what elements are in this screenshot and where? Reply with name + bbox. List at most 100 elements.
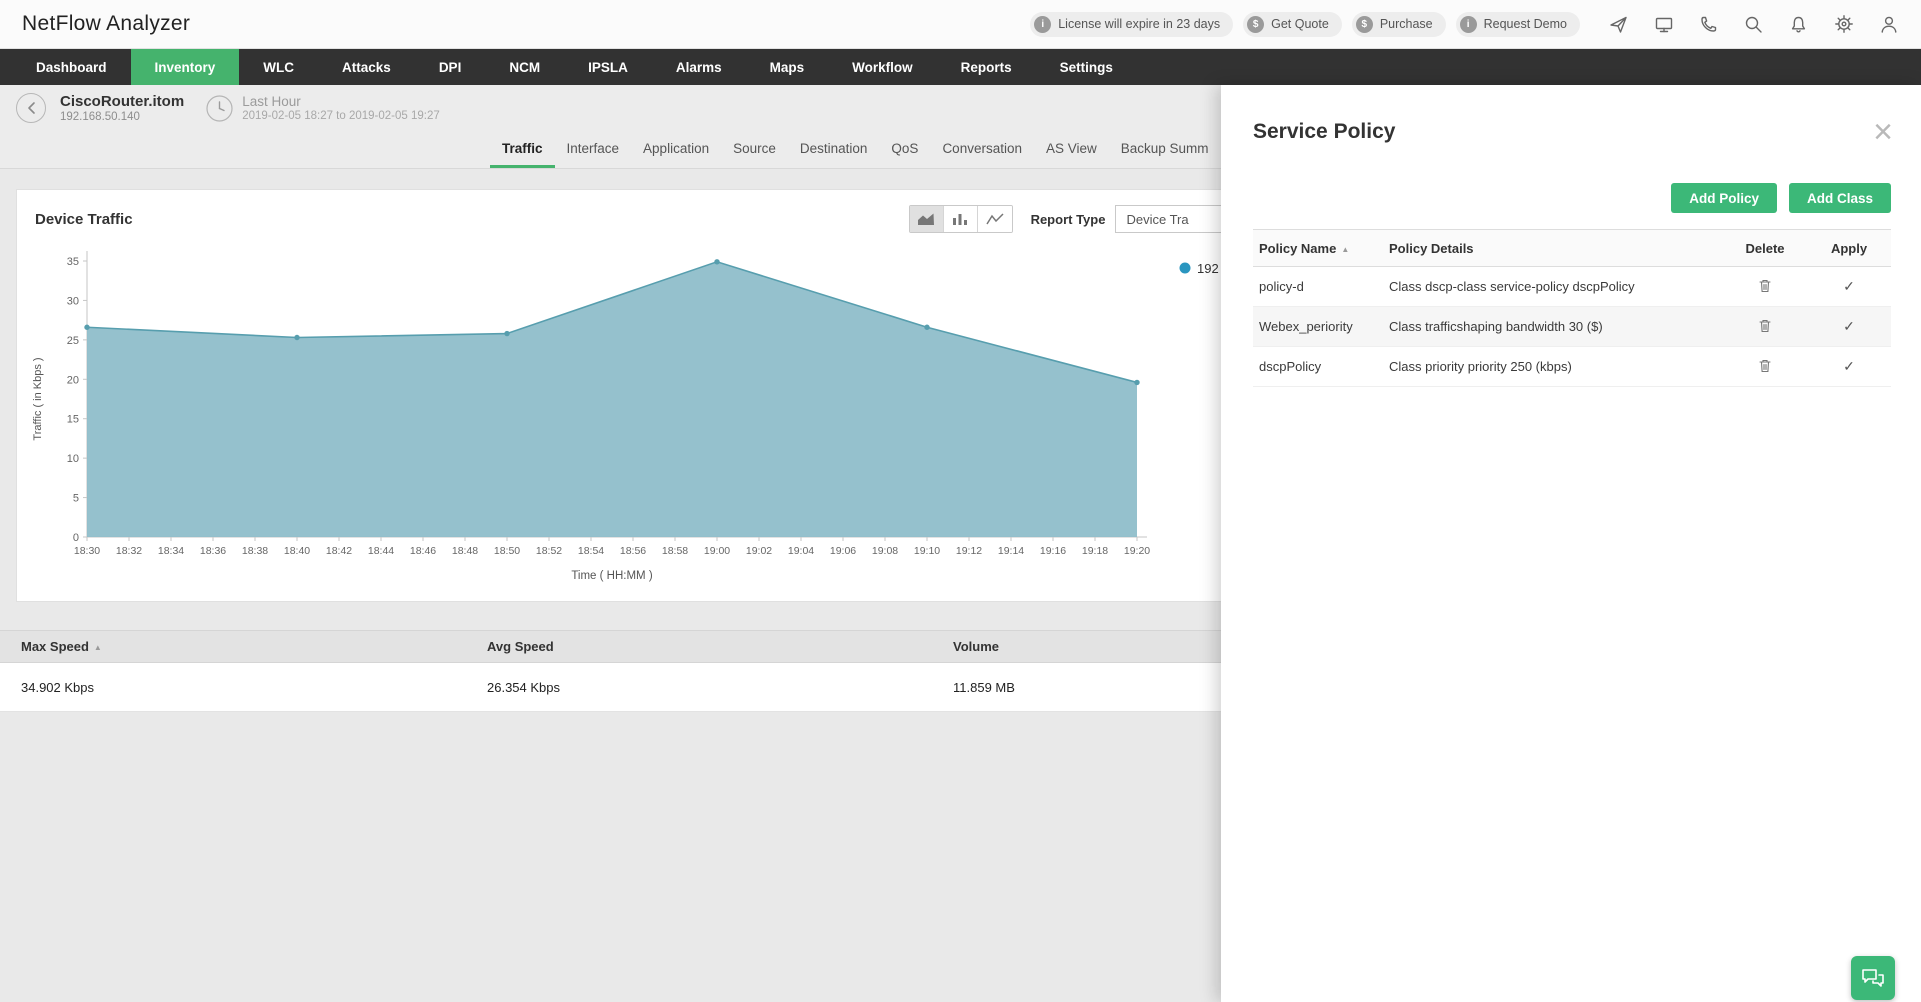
tab-qos[interactable]: QoS bbox=[879, 131, 930, 168]
time-range-label: Last Hour bbox=[242, 93, 301, 109]
nav-inventory[interactable]: Inventory bbox=[130, 49, 240, 85]
svg-text:30: 30 bbox=[67, 295, 79, 307]
apply-check-icon[interactable]: ✓ bbox=[1843, 358, 1855, 374]
request-demo-pill[interactable]: i Request Demo bbox=[1455, 11, 1580, 37]
tab-traffic[interactable]: Traffic bbox=[490, 131, 555, 168]
time-range-info: Last Hour 2019-02-05 18:27 to 2019-02-05… bbox=[242, 94, 440, 122]
tab-source[interactable]: Source bbox=[721, 131, 788, 168]
bell-icon[interactable] bbox=[1788, 14, 1809, 35]
tab-interface[interactable]: Interface bbox=[555, 131, 632, 168]
svg-text:18:58: 18:58 bbox=[662, 545, 688, 557]
svg-text:19:08: 19:08 bbox=[872, 545, 898, 557]
policy-details-cell: Class priority priority 250 (kbps) bbox=[1383, 346, 1723, 387]
nav-maps[interactable]: Maps bbox=[746, 49, 829, 85]
search-icon[interactable] bbox=[1743, 14, 1764, 35]
trash-icon[interactable] bbox=[1758, 318, 1772, 333]
svg-text:18:34: 18:34 bbox=[158, 545, 184, 557]
svg-text:19:00: 19:00 bbox=[704, 545, 730, 557]
svg-text:19:16: 19:16 bbox=[1040, 545, 1066, 557]
bar-chart-icon[interactable] bbox=[943, 206, 978, 232]
policy-details-header: Policy Details bbox=[1383, 229, 1723, 267]
svg-text:20: 20 bbox=[67, 374, 79, 386]
license-pill-group: i License will expire in 23 days $ Get Q… bbox=[1030, 11, 1580, 37]
svg-text:19:18: 19:18 bbox=[1082, 545, 1108, 557]
nav-alarms[interactable]: Alarms bbox=[652, 49, 746, 85]
avg-speed-header[interactable]: Avg Speed bbox=[466, 639, 932, 654]
svg-text:18:48: 18:48 bbox=[452, 545, 478, 557]
tab-destination[interactable]: Destination bbox=[788, 131, 880, 168]
svg-text:18:40: 18:40 bbox=[284, 545, 310, 557]
request-demo-label: Request Demo bbox=[1483, 17, 1567, 31]
time-range-picker[interactable]: Last Hour 2019-02-05 18:27 to 2019-02-05… bbox=[206, 94, 440, 122]
trash-icon[interactable] bbox=[1758, 358, 1772, 373]
tab-as-view[interactable]: AS View bbox=[1034, 131, 1109, 168]
svg-text:25: 25 bbox=[67, 335, 79, 347]
nav-dashboard[interactable]: Dashboard bbox=[12, 49, 131, 85]
report-type-label: Report Type bbox=[1030, 211, 1106, 227]
svg-text:18:42: 18:42 bbox=[326, 545, 352, 557]
add-class-button[interactable]: Add Class bbox=[1788, 183, 1891, 213]
service-policy-table: Policy Name ▲ Policy Details Delete Apply… bbox=[1253, 229, 1891, 387]
device-info: CiscoRouter.itom 192.168.50.140 bbox=[60, 93, 184, 123]
avg-speed-value: 26.354 Kbps bbox=[487, 679, 561, 695]
nav-dpi[interactable]: DPI bbox=[415, 49, 486, 85]
nav-ncm[interactable]: NCM bbox=[485, 49, 564, 85]
area-chart-icon[interactable] bbox=[909, 206, 944, 232]
phone-support-icon[interactable] bbox=[1698, 14, 1719, 35]
main-nav: Dashboard Inventory WLC Attacks DPI NCM … bbox=[0, 49, 1921, 85]
policy-details-cell: Class trafficshaping bandwidth 30 ($) bbox=[1383, 306, 1723, 347]
chat-button[interactable] bbox=[1851, 956, 1895, 1000]
nav-ipsla[interactable]: IPSLA bbox=[564, 49, 652, 85]
svg-text:19:20: 19:20 bbox=[1124, 545, 1150, 557]
device-ip: 192.168.50.140 bbox=[60, 111, 140, 123]
user-icon[interactable] bbox=[1878, 14, 1899, 35]
svg-text:19:12: 19:12 bbox=[956, 545, 982, 557]
svg-text:Time ( HH:MM ): Time ( HH:MM ) bbox=[571, 570, 653, 582]
panel-title: Service Policy bbox=[1253, 120, 1396, 143]
purchase-pill[interactable]: $ Purchase bbox=[1351, 11, 1446, 37]
tab-conversation[interactable]: Conversation bbox=[930, 131, 1034, 168]
service-policy-panel: Service Policy × Add Policy Add Class Po… bbox=[1221, 85, 1921, 1002]
svg-text:18:44: 18:44 bbox=[368, 545, 394, 557]
screen-share-icon[interactable] bbox=[1653, 14, 1674, 35]
info-icon: i bbox=[1034, 15, 1052, 33]
trash-icon[interactable] bbox=[1758, 278, 1772, 293]
rocket-icon[interactable] bbox=[1608, 14, 1629, 35]
svg-text:Traffic ( in Kbps ): Traffic ( in Kbps ) bbox=[32, 357, 44, 440]
report-type-value: Device Tra bbox=[1126, 211, 1189, 227]
policy-name-cell: Webex_periority bbox=[1253, 306, 1383, 347]
nav-reports[interactable]: Reports bbox=[937, 49, 1036, 85]
gear-icon[interactable] bbox=[1833, 14, 1854, 35]
tab-backup-summary[interactable]: Backup Summ bbox=[1109, 131, 1221, 168]
clock-icon bbox=[206, 94, 233, 122]
device-name: CiscoRouter.itom bbox=[60, 93, 185, 110]
svg-text:18:54: 18:54 bbox=[578, 545, 604, 557]
back-button[interactable] bbox=[16, 93, 46, 123]
nav-wlc[interactable]: WLC bbox=[239, 49, 318, 85]
policy-row: dscpPolicy Class priority priority 250 (… bbox=[1253, 346, 1891, 387]
svg-text:5: 5 bbox=[73, 493, 79, 505]
svg-text:18:32: 18:32 bbox=[116, 545, 142, 557]
apply-check-icon[interactable]: ✓ bbox=[1843, 318, 1855, 334]
line-chart-icon[interactable] bbox=[977, 206, 1012, 232]
topbar-icon-group bbox=[1608, 14, 1899, 35]
dollar-icon: $ bbox=[1247, 15, 1265, 33]
policy-name-header[interactable]: Policy Name ▲ bbox=[1253, 229, 1383, 267]
add-policy-button[interactable]: Add Policy bbox=[1671, 183, 1777, 213]
svg-text:18:52: 18:52 bbox=[536, 545, 562, 557]
nav-settings[interactable]: Settings bbox=[1036, 49, 1137, 85]
purchase-label: Purchase bbox=[1379, 17, 1433, 31]
nav-workflow[interactable]: Workflow bbox=[828, 49, 937, 85]
policy-name-cell: policy-d bbox=[1253, 266, 1383, 307]
sort-asc-icon: ▲ bbox=[93, 643, 102, 653]
tab-application[interactable]: Application bbox=[631, 131, 721, 168]
nav-attacks[interactable]: Attacks bbox=[318, 49, 415, 85]
apply-check-icon[interactable]: ✓ bbox=[1843, 278, 1855, 294]
get-quote-pill[interactable]: $ Get Quote bbox=[1243, 11, 1342, 37]
svg-text:18:30: 18:30 bbox=[74, 545, 100, 557]
close-icon[interactable]: × bbox=[1873, 115, 1893, 149]
max-speed-header[interactable]: Max Speed ▲ bbox=[0, 639, 466, 654]
svg-text:18:46: 18:46 bbox=[410, 545, 436, 557]
policy-name-cell: dscpPolicy bbox=[1253, 346, 1383, 387]
get-quote-label: Get Quote bbox=[1271, 17, 1329, 31]
